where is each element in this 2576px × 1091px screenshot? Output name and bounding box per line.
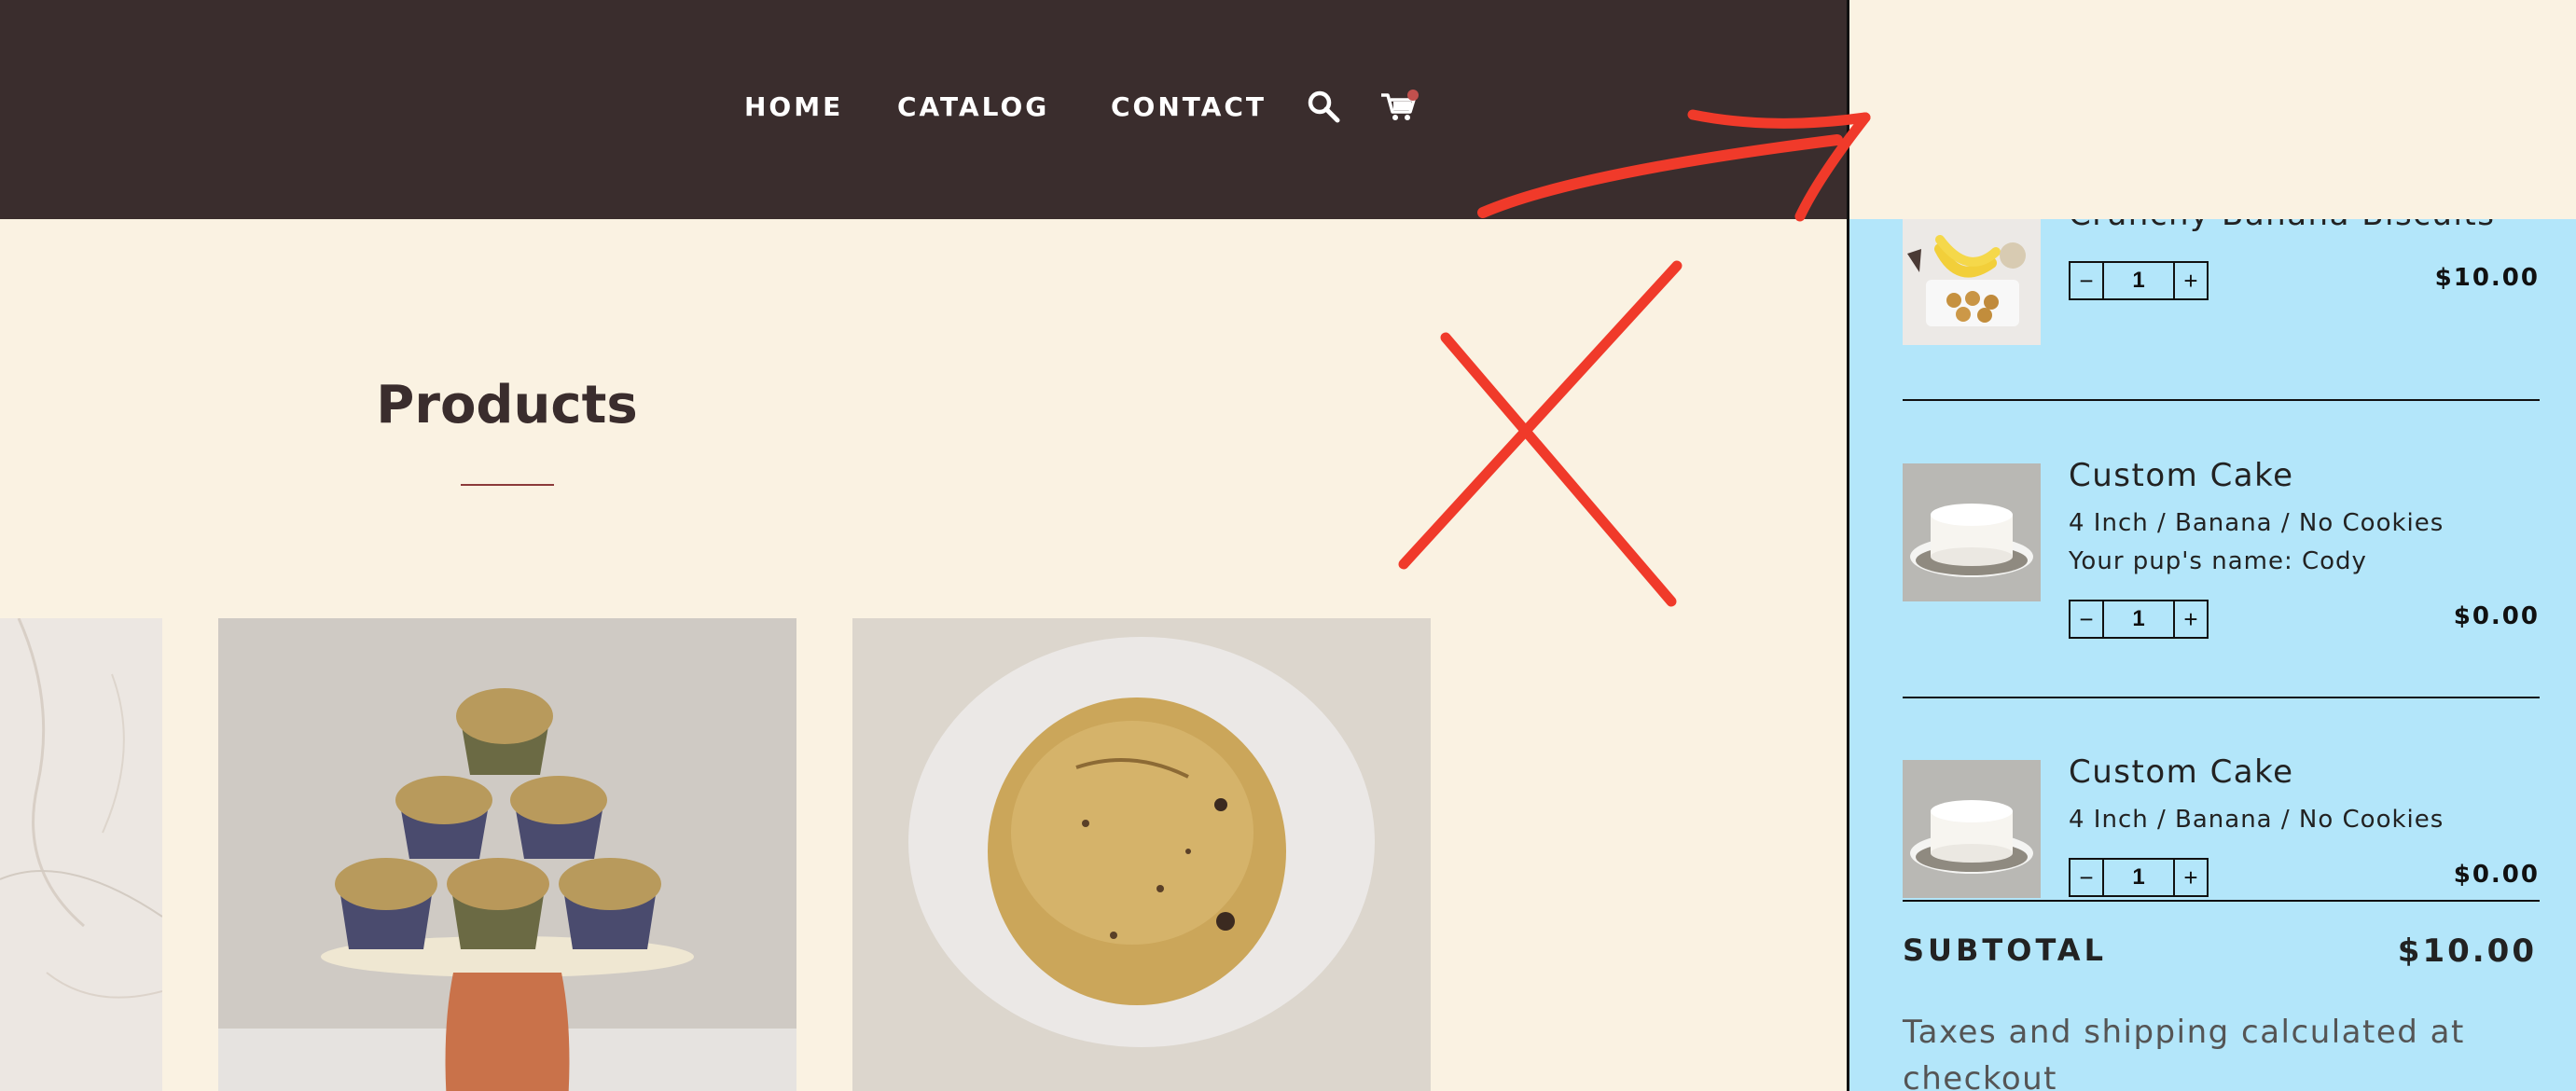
nav-home-link[interactable]: HOME	[744, 91, 843, 122]
product-card-2[interactable]	[218, 618, 796, 1091]
cart-icon[interactable]	[1378, 86, 1423, 128]
subtotal-divider	[1903, 900, 2540, 902]
tax-shipping-note: Taxes and shipping calculated at checkou…	[1903, 1014, 2465, 1091]
stacked-muffins-photo	[218, 618, 796, 1091]
nav-catalog-link[interactable]: CATALOG	[897, 91, 1049, 122]
quantity-input[interactable]: 1	[2104, 860, 2173, 895]
product-card-3[interactable]	[852, 618, 1431, 1091]
marble-product-photo	[0, 618, 162, 1091]
quantity-increase-button[interactable]: +	[2173, 860, 2207, 895]
title-divider	[461, 484, 554, 486]
cart-drawer-header	[1849, 0, 2576, 219]
page-title: Products	[376, 375, 638, 435]
cart-drawer: Crunchy Banana Biscuits − 1 + $10.00 Cus…	[1847, 0, 2576, 1091]
main-nav: HOME CATALOG CONTACT	[0, 0, 1847, 219]
product-card-1[interactable]	[0, 618, 162, 1091]
item-price: $0.00	[2453, 861, 2540, 889]
item-thumbnail[interactable]	[1903, 760, 2041, 898]
muffin-closeup-photo	[852, 618, 1431, 1091]
site-header: HOME CATALOG CONTACT	[0, 0, 1847, 219]
subtotal-label: SUBTOTAL	[1903, 932, 2107, 968]
quantity-decrease-button[interactable]: −	[2070, 860, 2104, 895]
cart-badge	[1407, 90, 1419, 101]
subtotal-value: $10.00	[2397, 932, 2537, 970]
item-variant: 4 Inch / Banana / No Cookies	[2069, 806, 2444, 834]
item-title[interactable]: Custom Cake	[2069, 753, 2294, 791]
nav-contact-link[interactable]: CONTACT	[1111, 91, 1267, 122]
search-icon[interactable]	[1306, 89, 1343, 131]
quantity-stepper: − 1 +	[2069, 858, 2209, 897]
products-section: Products	[0, 219, 1847, 1091]
